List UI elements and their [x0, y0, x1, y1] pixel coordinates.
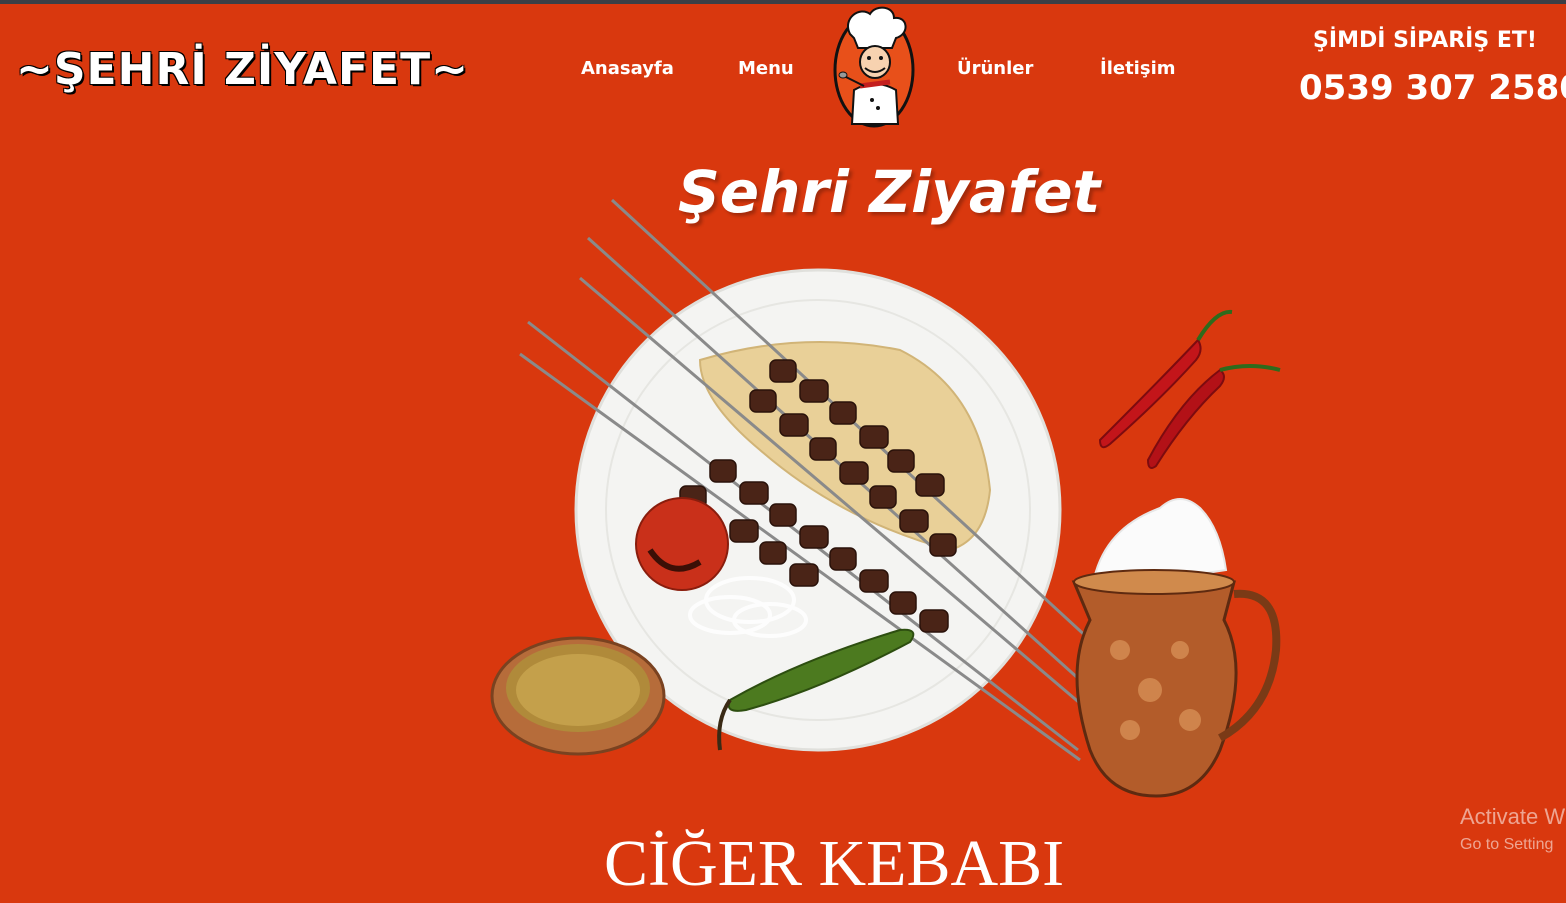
- order-now-label: ŞİMDİ SİPARİŞ ET!: [1313, 28, 1537, 53]
- activate-windows-watermark: Activate W: [1460, 804, 1566, 829]
- red-chili-shape: [1098, 338, 1202, 449]
- grilled-tomato-shape: [635, 497, 729, 591]
- activate-windows-watermark-subtext: Go to Setting: [1460, 836, 1554, 853]
- nav-link-urunler[interactable]: Ürünler: [957, 58, 1033, 79]
- site-brand-logo-text[interactable]: ~ŞEHRİ ZİYAFET~: [16, 44, 469, 95]
- chef-logo-icon[interactable]: [832, 4, 916, 128]
- nav-link-anasayfa[interactable]: Anasayfa: [581, 58, 674, 79]
- window-top-border: [0, 0, 1566, 4]
- order-phone-number[interactable]: 0539 307 2580: [1299, 68, 1566, 108]
- ciger-kebabi-hero-image: [490, 198, 1281, 798]
- nav-link-iletisim[interactable]: İletişim: [1100, 58, 1176, 79]
- nav-link-menu[interactable]: Menu: [738, 58, 794, 79]
- dish-name-title: CİĞER KEBABI: [604, 827, 1065, 900]
